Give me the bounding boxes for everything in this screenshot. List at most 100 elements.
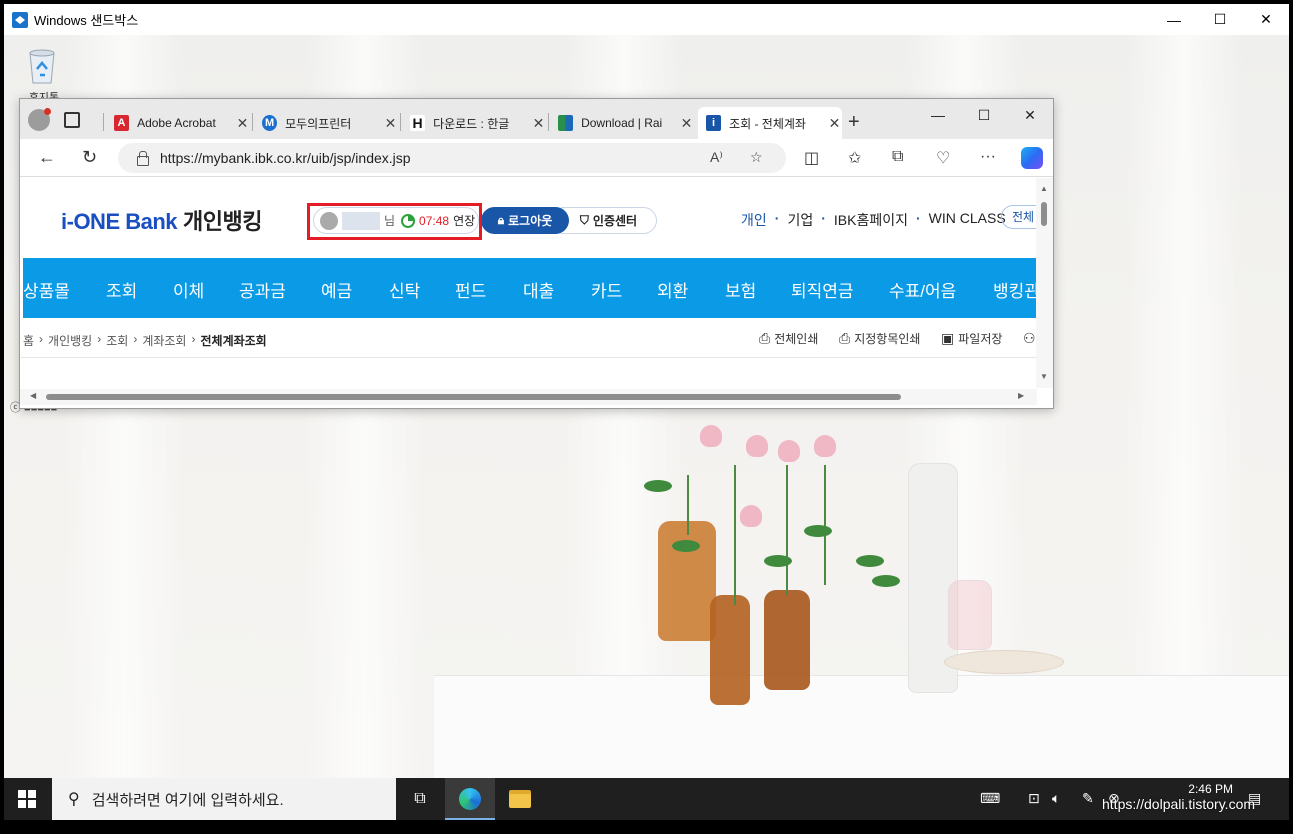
scroll-right-icon[interactable]: ▶ [1018, 391, 1024, 400]
gnb-item[interactable]: 대출 [523, 277, 554, 302]
profile-icon[interactable] [28, 108, 51, 131]
new-tab-button[interactable]: + [848, 111, 860, 134]
flower-decor [740, 505, 762, 527]
browser-essentials-icon[interactable]: ♡ [936, 148, 950, 168]
sandbox-maximize-button[interactable]: ☐ [1197, 4, 1243, 35]
copilot-icon[interactable] [1021, 147, 1043, 169]
tab-adobe[interactable]: A Adobe Acrobat ✕ [106, 107, 250, 139]
read-aloud-icon[interactable]: A⁾ [710, 149, 723, 166]
link-business[interactable]: 기업 [787, 210, 813, 230]
tab-rai[interactable]: Download | Rai ✕ [550, 107, 694, 139]
tab-close-icon[interactable]: ✕ [531, 115, 546, 132]
gnb-item[interactable]: 조회 [106, 277, 137, 302]
tab-label: 다운로드 : 한글 [433, 116, 510, 131]
user-icon[interactable]: ⚇ [1023, 330, 1037, 347]
tab-close-icon[interactable]: ✕ [679, 115, 694, 132]
sandbox-minimize-button[interactable]: — [1151, 4, 1197, 35]
bottle-decor [710, 595, 750, 705]
gnb-item[interactable]: 카드 [591, 277, 622, 302]
tab-close-icon[interactable]: ✕ [235, 115, 250, 132]
logout-label: 로그아웃 [508, 214, 553, 228]
gnb-item[interactable]: 보험 [725, 277, 756, 302]
tab-modu[interactable]: M 모두의프린터 ✕ [254, 107, 398, 139]
flower-decor [746, 435, 768, 457]
sandbox-title: Windows 샌드박스 [34, 13, 139, 28]
site-logo[interactable]: i-ONE Bank 개인뱅킹 [61, 204, 262, 236]
tab-close-icon[interactable]: ✕ [827, 115, 842, 132]
search-icon: ⚲ [68, 791, 80, 808]
browser-close-button[interactable]: ✕ [1007, 101, 1053, 129]
lock-icon[interactable] [136, 151, 149, 166]
windows-start-icon[interactable] [18, 790, 36, 808]
sandbox-titlebar: Windows 샌드박스 — ☐ ✕ [4, 4, 1289, 35]
edge-taskbar-icon[interactable] [458, 787, 482, 811]
gnb-item[interactable]: 예금 [321, 277, 352, 302]
tab-ibk-active[interactable]: i 조회 - 전체계좌 ✕ [698, 107, 842, 139]
all-menu-button[interactable]: 전체 [1001, 205, 1037, 229]
bottle-decor [658, 521, 716, 641]
breadcrumb: 홈 › 개인뱅킹 › 조회 › 계좌조회 › 전체계좌조회 [23, 332, 267, 349]
volume-icon[interactable]: 🔈︎ [1052, 790, 1060, 807]
crumb-home[interactable]: 홈 [23, 332, 34, 349]
favorites-icon[interactable]: ✩ [848, 148, 861, 168]
gnb-item[interactable]: 펀드 [455, 277, 486, 302]
tab-hancom[interactable]: H 다운로드 : 한글 ✕ [402, 107, 546, 139]
table-decor [434, 675, 1289, 778]
recycle-bin-icon[interactable] [20, 43, 64, 87]
collections-icon[interactable]: ⧉ [892, 148, 903, 166]
tab-actions-icon[interactable] [64, 112, 80, 128]
link-ibk-home[interactable]: IBK홈페이지 [834, 210, 908, 230]
clock[interactable]: 2:46 PM [1188, 782, 1233, 796]
tab-label: Download | Rai [581, 116, 663, 130]
split-screen-icon[interactable]: ◫ [804, 148, 819, 168]
network-icon[interactable]: ⊡ [1028, 790, 1040, 807]
crumb-inquiry[interactable]: 조회 [106, 332, 128, 349]
back-arrow-icon[interactable]: ← [38, 147, 56, 168]
address-bar[interactable]: https://mybank.ibk.co.kr/uib/jsp/index.j… [118, 143, 786, 173]
gnb-item[interactable]: 수표/어음 [889, 277, 956, 302]
lock-icon: 🔒︎ [497, 213, 505, 227]
scroll-up-icon[interactable]: ▲ [1040, 184, 1048, 193]
link-personal[interactable]: 개인 [741, 210, 767, 230]
ibk-page: i-ONE Bank 개인뱅킹 님 07:48 연장 ⛉ 인증센터 🔒︎ 로그아웃 [21, 178, 1037, 396]
keyboard-icon[interactable]: ⌨ [980, 790, 1000, 807]
gnb-item[interactable]: 뱅킹관 [993, 277, 1037, 302]
task-view-icon[interactable]: ⧉ [408, 787, 432, 811]
gnb-item[interactable]: 상품몰 [23, 277, 70, 302]
vertical-scrollbar[interactable]: ▲ ▼ [1036, 178, 1053, 388]
refresh-icon[interactable]: ↻ [82, 147, 97, 168]
browser-minimize-button[interactable]: — [915, 101, 961, 129]
gnb-item[interactable]: 신탁 [389, 277, 420, 302]
browser-maximize-button[interactable]: ☐ [961, 101, 1007, 129]
crumb-personal[interactable]: 개인뱅킹 [48, 332, 92, 349]
print-all-button[interactable]: ⎙ 전체인쇄 [759, 330, 818, 347]
gnb-item[interactable]: 퇴직연금 [791, 277, 854, 302]
gnb-item[interactable]: 외환 [657, 277, 688, 302]
edge-browser-window: A Adobe Acrobat ✕ M 모두의프린터 ✕ H 다운로드 : 한글… [19, 98, 1054, 409]
url-text[interactable]: https://mybank.ibk.co.kr/uib/jsp/index.j… [160, 150, 411, 166]
logout-button[interactable]: 🔒︎ 로그아웃 [481, 207, 569, 234]
horizontal-scrollbar[interactable]: ◀ ▶ [20, 389, 1037, 405]
tab-label: 조회 - 전체계좌 [729, 116, 806, 131]
print-selected-button[interactable]: ⎙ 지정항목인쇄 [839, 330, 920, 347]
taskbar-search[interactable]: ⚲ 검색하려면 여기에 입력하세요. [52, 778, 396, 820]
cert-center-button[interactable]: ⛉ 인증센터 [561, 207, 657, 234]
crumb-account[interactable]: 계좌조회 [142, 332, 186, 349]
tab-bar: A Adobe Acrobat ✕ M 모두의프린터 ✕ H 다운로드 : 한글… [20, 99, 1053, 139]
sandbox-close-button[interactable]: ✕ [1243, 4, 1289, 35]
printer-icon: ⎙ [839, 330, 851, 346]
more-menu-icon[interactable]: ··· [980, 148, 996, 166]
scroll-left-icon[interactable]: ◀ [30, 391, 36, 400]
scroll-down-icon[interactable]: ▼ [1040, 372, 1048, 381]
favorite-star-icon[interactable]: ☆ [750, 149, 763, 166]
file-explorer-icon[interactable] [508, 787, 532, 811]
save-file-button[interactable]: ▣ 파일저장 [941, 330, 1002, 347]
pen-icon[interactable]: ✎ [1082, 790, 1094, 807]
rai-icon [558, 115, 574, 131]
tab-close-icon[interactable]: ✕ [383, 115, 398, 132]
gnb-item[interactable]: 공과금 [239, 277, 286, 302]
logo-en: i-ONE Bank [61, 209, 178, 234]
gnb-item[interactable]: 이체 [173, 277, 204, 302]
sandbox-icon [12, 11, 28, 28]
link-win-class[interactable]: WIN CLASS [929, 210, 1006, 230]
